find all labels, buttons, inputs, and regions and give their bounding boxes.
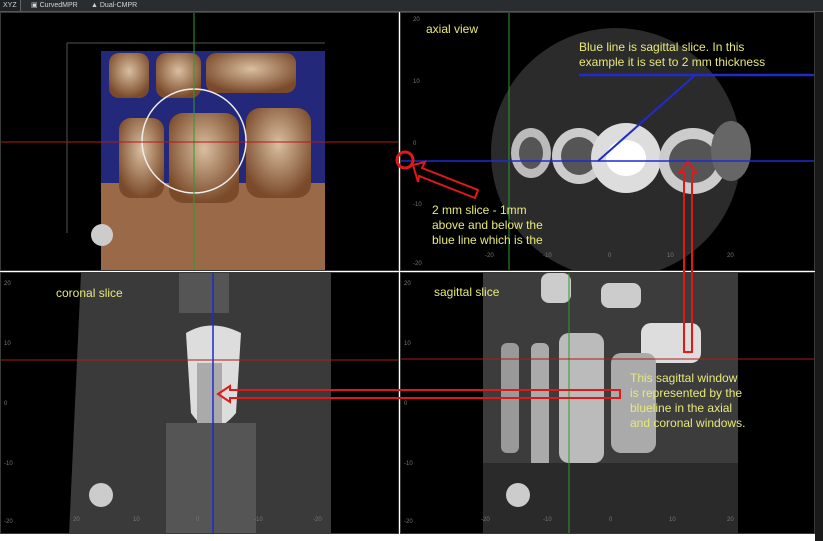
view-tab-bar: XYZ ▣ CurvedMPR ▲ Dual-CMPR bbox=[0, 0, 823, 12]
axial-view-pane[interactable]: axial view 20 10 0 -10 -20 -20 -10 0 10 … bbox=[400, 12, 815, 271]
head-orientation-icon bbox=[91, 224, 113, 246]
coronal-view-title: coronal slice bbox=[56, 286, 123, 300]
slice-annotation: 2 mm slice - 1mm above and below the blu… bbox=[432, 203, 543, 248]
annotation-line: This sagittal window bbox=[630, 371, 738, 385]
axis-tick: 0 bbox=[413, 141, 417, 147]
axis-tick: 10 bbox=[413, 79, 420, 85]
axis-tick: -20 bbox=[485, 253, 494, 259]
axis-tick: 20 bbox=[413, 17, 420, 23]
annotation-line: Blue line is sagittal slice. In this bbox=[579, 40, 745, 54]
axis-tick: -10 bbox=[254, 517, 263, 523]
coronal-image bbox=[1, 273, 398, 533]
curve-icon: ▣ bbox=[31, 2, 40, 9]
annotation-line: blueline in the axial bbox=[630, 401, 733, 415]
annotation-line: is represented by the bbox=[630, 386, 743, 400]
axis-tick: 20 bbox=[73, 517, 80, 523]
axis-tick: 20 bbox=[727, 253, 734, 259]
tab-xyz[interactable]: XYZ bbox=[0, 0, 21, 11]
sagittal-window-annotation: This sagittal window is represented by t… bbox=[630, 371, 745, 431]
annotation-line: and coronal windows. bbox=[630, 416, 746, 430]
sagittal-image bbox=[401, 273, 814, 533]
axis-tick: -10 bbox=[543, 253, 552, 259]
axis-tick: 0 bbox=[609, 517, 613, 523]
axis-tick: 10 bbox=[4, 341, 11, 347]
right-edge-panel bbox=[815, 12, 823, 541]
volume-render-pane[interactable] bbox=[0, 12, 399, 271]
axis-tick: 10 bbox=[133, 517, 140, 523]
sagittal-view-pane[interactable]: sagittal slice 20 10 0 -10 -20 -20 -10 0… bbox=[400, 272, 815, 534]
axial-view-title: axial view bbox=[426, 22, 479, 36]
annotation-line: above and below the bbox=[432, 218, 543, 232]
blue-line-annotation: Blue line is sagittal slice. In this exa… bbox=[579, 40, 765, 70]
sagittal-view-title: sagittal slice bbox=[434, 285, 500, 299]
axis-tick: -20 bbox=[481, 517, 490, 523]
annotation-line: example it is set to 2 mm thickness bbox=[579, 55, 766, 69]
axis-tick: 10 bbox=[669, 517, 676, 523]
axis-tick: 10 bbox=[667, 253, 674, 259]
axis-tick: 10 bbox=[404, 341, 411, 347]
axis-tick: 0 bbox=[196, 517, 200, 523]
axis-tick: -10 bbox=[4, 461, 13, 467]
head-orientation-icon bbox=[506, 483, 530, 507]
tab-curvedmpr[interactable]: ▣ CurvedMPR bbox=[28, 0, 81, 11]
axis-tick: -20 bbox=[313, 517, 322, 523]
axis-tick: -10 bbox=[543, 517, 552, 523]
tab-dual-cmpr[interactable]: ▲ Dual-CMPR bbox=[88, 0, 140, 11]
dual-icon: ▲ bbox=[91, 2, 100, 9]
coronal-view-pane[interactable]: coronal slice 20 10 0 -10 -20 20 10 0 -1… bbox=[0, 272, 399, 534]
axis-tick: -20 bbox=[4, 519, 13, 525]
axis-tick: 0 bbox=[4, 401, 8, 407]
axis-tick: 20 bbox=[727, 517, 734, 523]
volume-render-image bbox=[1, 13, 398, 270]
annotation-line: blue line which is the bbox=[432, 233, 543, 247]
axis-tick: 20 bbox=[4, 281, 11, 287]
axis-tick: 0 bbox=[404, 401, 408, 407]
axis-tick: -20 bbox=[413, 261, 422, 267]
axis-tick: -10 bbox=[413, 202, 422, 208]
annotation-line: 2 mm slice - 1mm bbox=[432, 203, 527, 217]
axis-tick: 20 bbox=[404, 281, 411, 287]
head-orientation-icon bbox=[89, 483, 113, 507]
axis-tick: -10 bbox=[404, 461, 413, 467]
axis-tick: -20 bbox=[404, 519, 413, 525]
axis-tick: 0 bbox=[608, 253, 612, 259]
